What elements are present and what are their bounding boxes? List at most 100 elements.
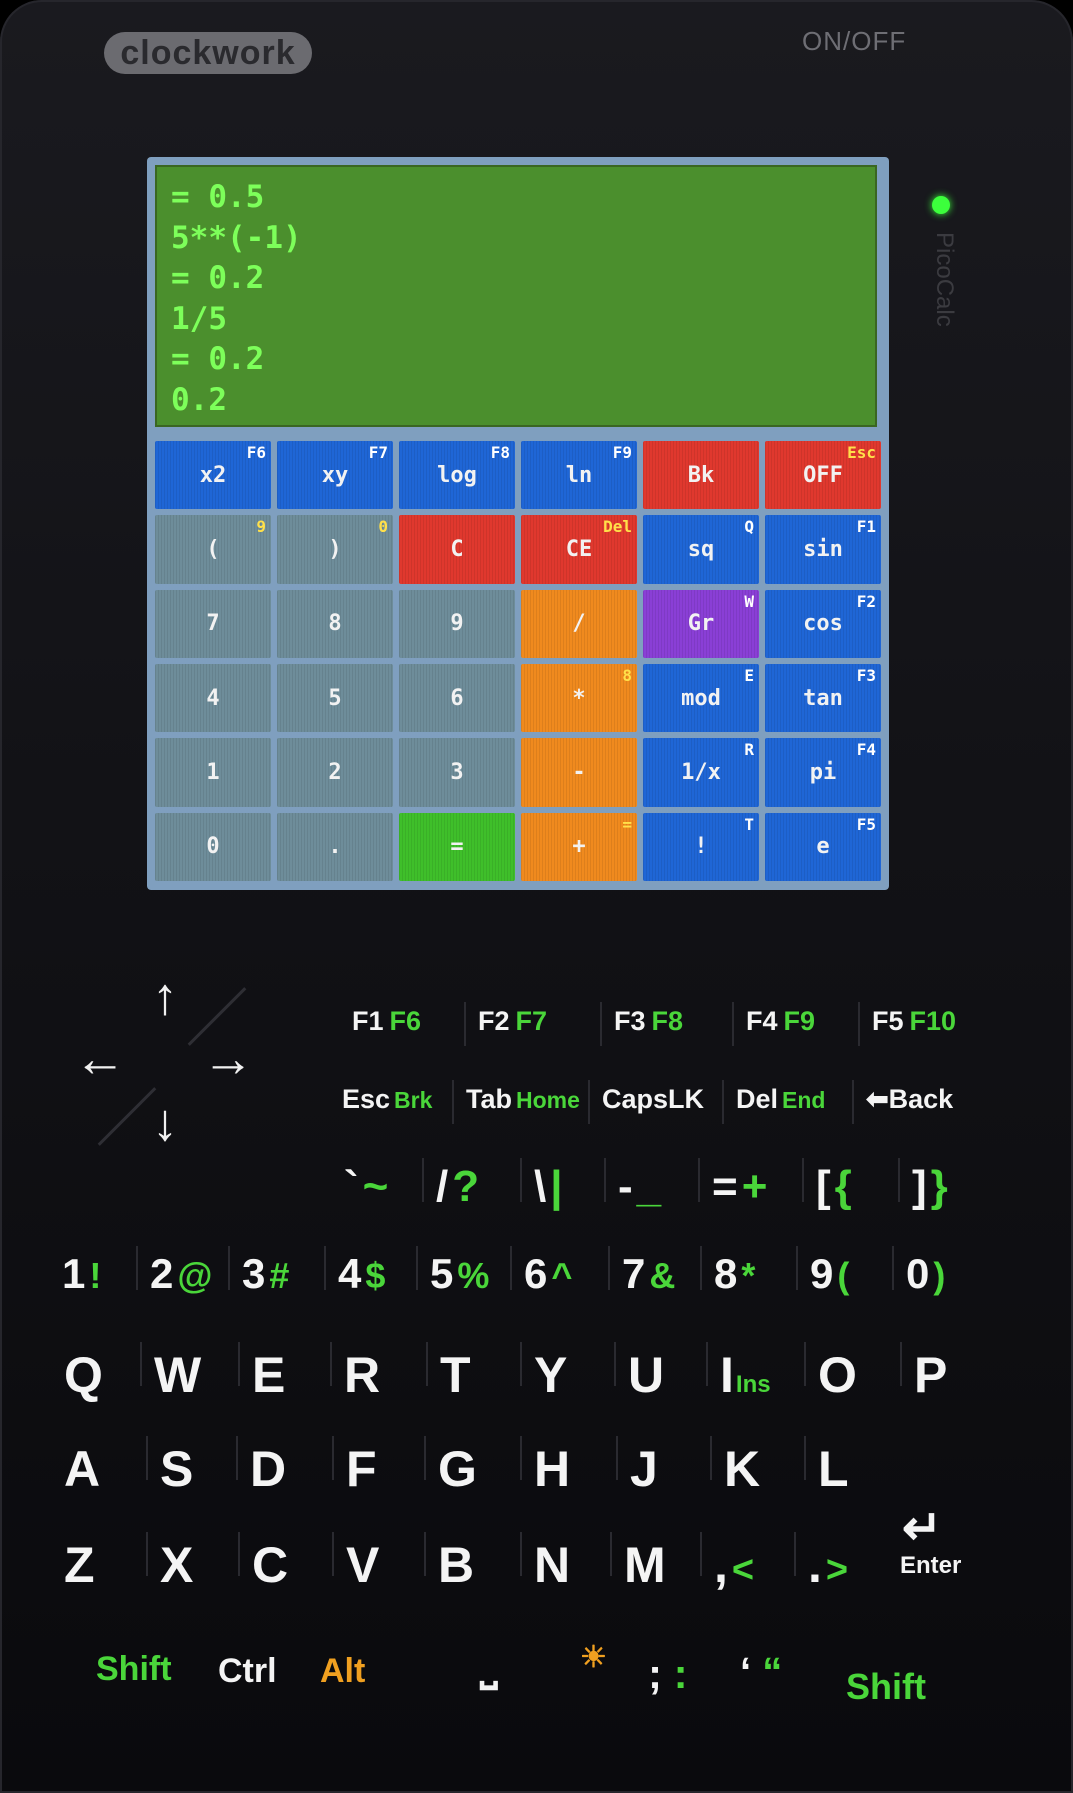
key-row-z[interactable]: B — [438, 1536, 474, 1594]
key-row-a[interactable]: S — [160, 1440, 193, 1498]
key-numkeys[interactable]: 1! — [62, 1250, 101, 1298]
key-numkeys[interactable]: 8 * — [714, 1250, 755, 1298]
key-navkeys[interactable]: CapsLK — [602, 1084, 704, 1115]
key-navkeys[interactable]: Del End — [736, 1084, 825, 1115]
key-symkeys[interactable]: =+ — [712, 1162, 767, 1212]
calc-key[interactable]: mod E — [643, 664, 759, 733]
key-fkeys[interactable]: F4 F9 — [746, 1006, 815, 1037]
shift-left-key[interactable]: Shift — [96, 1650, 172, 1689]
key-row-q[interactable]: R — [344, 1346, 380, 1404]
key-fkeys[interactable]: F3 F8 — [614, 1006, 683, 1037]
ctrl-key[interactable]: Ctrl — [218, 1652, 277, 1691]
key-row-q[interactable]: W — [154, 1346, 201, 1404]
arrow-up-icon[interactable]: ↑ — [152, 967, 178, 1027]
calc-key[interactable]: 5 — [277, 664, 393, 733]
calc-key[interactable]: xy F7 — [277, 441, 393, 510]
key-row-q[interactable]: U — [628, 1346, 664, 1404]
calc-key[interactable]: * 8 — [521, 664, 637, 733]
calc-key[interactable]: cos F2 — [765, 589, 881, 658]
key-row-q[interactable]: O — [818, 1346, 857, 1404]
space-key[interactable]: ⎵ — [480, 1640, 498, 1690]
calc-key[interactable]: - — [521, 738, 637, 807]
calc-key[interactable]: Gr W — [643, 589, 759, 658]
calc-key[interactable]: e F5 — [765, 812, 881, 881]
key-numkeys[interactable]: 2 @ — [150, 1250, 212, 1298]
key-row-a[interactable]: G — [438, 1440, 477, 1498]
key-numkeys[interactable]: 4 $ — [338, 1250, 385, 1298]
calc-key[interactable]: 2 — [277, 738, 393, 807]
calc-key[interactable]: ) 0 — [277, 515, 393, 584]
key-row-a[interactable]: D — [250, 1440, 286, 1498]
calc-key[interactable]: ln F9 — [521, 441, 637, 510]
key-row-q[interactable]: Y — [534, 1346, 567, 1404]
key-symkeys[interactable]: -_ — [618, 1162, 661, 1212]
key-row-q[interactable]: T — [440, 1346, 471, 1404]
calc-key[interactable]: sin F1 — [765, 515, 881, 584]
key-numkeys[interactable]: 7 & — [622, 1250, 675, 1298]
calc-key[interactable]: 3 — [399, 738, 515, 807]
key-symkeys[interactable]: /? — [436, 1162, 479, 1212]
calc-key[interactable]: ! T — [643, 812, 759, 881]
key-numkeys[interactable]: 0) — [906, 1250, 945, 1298]
calc-key[interactable]: 0 — [155, 812, 271, 881]
key-row-z[interactable]: C — [252, 1536, 288, 1594]
key-row-z[interactable]: Z — [64, 1536, 95, 1594]
calc-key[interactable]: 9 — [399, 589, 515, 658]
key-fkeys[interactable]: F1 F6 — [352, 1006, 421, 1037]
arrow-left-icon[interactable]: ← — [74, 1029, 126, 1089]
calc-key[interactable]: (9 — [155, 515, 271, 584]
calc-key[interactable]: tan F3 — [765, 664, 881, 733]
key-row-z[interactable]: V — [346, 1536, 379, 1594]
key-navkeys[interactable]: Tab Home — [466, 1084, 580, 1115]
key-row-z[interactable]: . > — [808, 1536, 848, 1594]
key-navkeys[interactable]: ⬅Back — [866, 1084, 953, 1115]
key-row-q[interactable]: Q — [64, 1346, 103, 1404]
calc-key[interactable]: 4 — [155, 664, 271, 733]
enter-key[interactable]: Enter — [900, 1552, 961, 1580]
calc-key[interactable]: C — [399, 515, 515, 584]
arrow-down-icon[interactable]: ↓ — [152, 1093, 178, 1153]
key-numkeys[interactable]: 9( — [810, 1250, 849, 1298]
calc-key[interactable]: / — [521, 589, 637, 658]
calc-key[interactable]: sq Q — [643, 515, 759, 584]
calc-key[interactable]: 1/x R — [643, 738, 759, 807]
key-row-a[interactable]: K — [724, 1440, 760, 1498]
calc-key[interactable]: . — [277, 812, 393, 881]
calc-key[interactable]: CE Del — [521, 515, 637, 584]
key-row-a[interactable]: L — [818, 1440, 849, 1498]
key-numkeys[interactable]: 3 # — [242, 1250, 289, 1298]
key-row-z[interactable]: , < — [714, 1536, 754, 1594]
key-fkeys[interactable]: F2 F7 — [478, 1006, 547, 1037]
key-row-a[interactable]: F — [346, 1440, 377, 1498]
key-symkeys[interactable]: [{ — [816, 1162, 852, 1212]
key-fkeys[interactable]: F5 F10 — [872, 1006, 956, 1037]
key-numkeys[interactable]: 5% — [430, 1250, 489, 1298]
shift-right-key[interactable]: Shift — [846, 1666, 926, 1708]
calc-key[interactable]: 8 — [277, 589, 393, 658]
key-row-a[interactable]: H — [534, 1440, 570, 1498]
key-row-q[interactable]: E — [252, 1346, 285, 1404]
semicolon-key[interactable]: ; : — [648, 1650, 688, 1698]
power-switch-label[interactable]: ON/OFF — [802, 26, 906, 57]
calc-key[interactable]: = — [399, 812, 515, 881]
key-symkeys[interactable]: \| — [534, 1162, 563, 1212]
calc-key[interactable]: + = — [521, 812, 637, 881]
calc-key[interactable]: 6 — [399, 664, 515, 733]
key-row-q[interactable]: IIns — [720, 1346, 771, 1404]
key-symkeys[interactable]: `~ — [344, 1162, 388, 1212]
calc-key[interactable]: Bk — [643, 441, 759, 510]
key-row-z[interactable]: N — [534, 1536, 570, 1594]
key-row-q[interactable]: P — [914, 1346, 947, 1404]
dpad[interactable]: ↑ ↓ ← → — [72, 968, 262, 1165]
key-row-a[interactable]: J — [630, 1440, 658, 1498]
key-navkeys[interactable]: Esc Brk — [342, 1084, 432, 1115]
key-row-z[interactable]: X — [160, 1536, 193, 1594]
calc-key[interactable]: OFF Esc — [765, 441, 881, 510]
calc-key[interactable]: pi F4 — [765, 738, 881, 807]
calc-key[interactable]: x2 F6 — [155, 441, 271, 510]
quote-key[interactable]: ‘ “ — [740, 1650, 782, 1695]
key-symkeys[interactable]: ]} — [912, 1162, 948, 1212]
key-numkeys[interactable]: 6 ^ — [524, 1250, 572, 1298]
calc-key[interactable]: 7 — [155, 589, 271, 658]
arrow-right-icon[interactable]: → — [202, 1029, 254, 1089]
